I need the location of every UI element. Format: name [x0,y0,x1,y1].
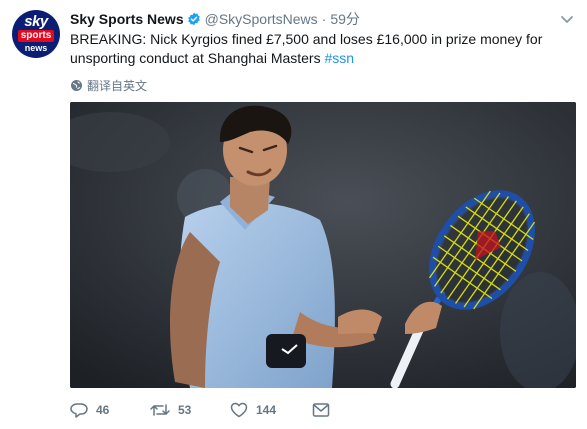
reply-count: 46 [96,403,110,417]
tweet-card: sky sports news Sky Sports News @SkySpor… [0,0,587,429]
translate-label: 翻译自英文 [87,78,148,93]
retweet-count: 53 [178,403,192,417]
tweet-body: BREAKING: Nick Kyrgios fined £7,500 and … [70,31,543,66]
tweet-photo[interactable] [70,102,576,388]
envelope-icon [312,403,330,417]
like-count: 144 [256,403,277,417]
reply-button[interactable]: 46 [70,402,150,418]
chevron-down-icon[interactable] [560,12,574,26]
tweet-actions: 46 53 144 [70,400,330,420]
globe-icon [71,79,82,91]
direct-message-button[interactable] [312,402,330,418]
retweet-icon [150,404,170,416]
account-avatar[interactable]: sky sports news [12,10,60,58]
tweet-timestamp[interactable]: 59分 [330,9,360,29]
avatar-sky-text: sky [24,13,48,30]
tennis-player-photo [70,102,576,388]
tweet-text: BREAKING: Nick Kyrgios fined £7,500 and … [70,30,570,68]
hashtag-link[interactable]: #ssn [325,50,355,66]
reply-icon [70,403,88,418]
avatar-sports-text: sports [18,30,54,42]
like-button[interactable]: 144 [230,402,312,418]
tweet-header: Sky Sports News @SkySportsNews · 59分 [70,10,360,28]
separator-dot: · [321,11,327,27]
account-name[interactable]: Sky Sports News [70,11,184,27]
retweet-button[interactable]: 53 [150,402,230,418]
verified-badge-icon [187,12,200,26]
avatar-news-text: news [24,43,48,53]
account-handle[interactable]: @SkySportsNews [205,11,318,27]
translate-tweet-link[interactable]: 翻译自英文 [70,77,147,93]
heart-icon [230,402,248,418]
